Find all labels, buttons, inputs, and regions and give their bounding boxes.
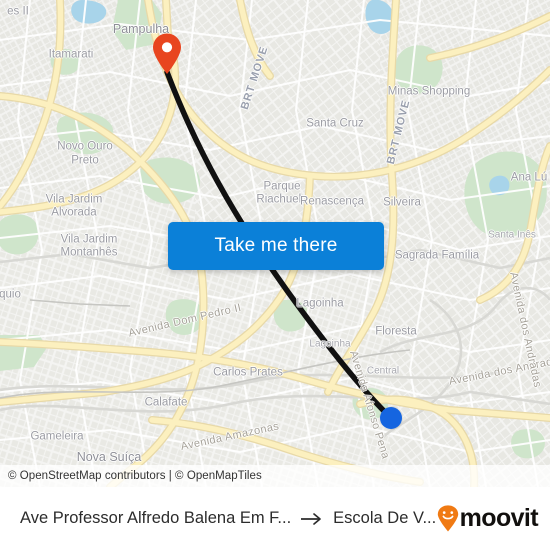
destination-location-dot-icon[interactable]: [380, 407, 402, 429]
route-origin-label: Ave Professor Alfredo Balena Em F...: [20, 509, 292, 527]
moovit-route-widget: es II Pampulha Itamarati Minas Shopping Novo…: [0, 0, 550, 550]
origin-map-pin-icon[interactable]: [152, 33, 182, 75]
take-me-there-button[interactable]: Take me there: [168, 222, 384, 270]
moovit-pin-smile-icon: [437, 505, 459, 532]
attribution-text: © OpenStreetMap contributors | © OpenMap…: [8, 470, 262, 482]
map-canvas[interactable]: es II Pampulha Itamarati Minas Shopping Novo…: [0, 0, 550, 487]
route-destination-label: Escola De V...: [333, 509, 437, 527]
arrow-right-icon: [301, 512, 323, 526]
route-footer-bar: Ave Professor Alfredo Balena Em F... Esc…: [0, 487, 550, 550]
moovit-brand-logo[interactable]: moovit: [437, 504, 539, 533]
map-attribution: © OpenStreetMap contributors | © OpenMap…: [0, 465, 550, 487]
moovit-wordmark: moovit: [459, 504, 539, 532]
